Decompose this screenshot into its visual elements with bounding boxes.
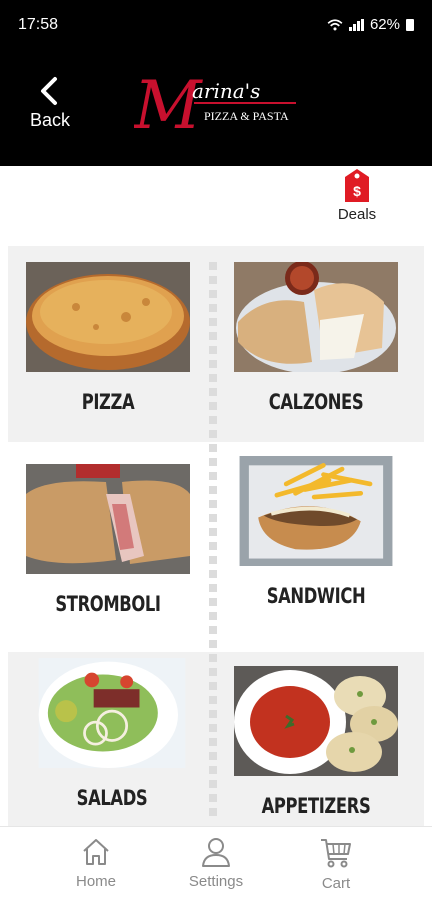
dotted-divider — [209, 262, 217, 822]
cart-icon — [321, 839, 351, 868]
category-label: STROMBOLI — [55, 592, 161, 616]
category-card-stromboli[interactable]: STROMBOLI — [26, 464, 190, 644]
status-icons: 62% — [327, 16, 414, 33]
category-card-appetizers[interactable]: APPETIZERS — [234, 666, 398, 826]
calzone-photo — [234, 262, 398, 372]
status-bar: 17:58 62% — [0, 0, 432, 52]
app-header: Back M arina's PIZZA & PASTA — [0, 52, 432, 166]
svg-text:PIZZA & PASTA: PIZZA & PASTA — [204, 109, 289, 123]
chevron-left-icon — [41, 77, 57, 105]
back-label: Back — [29, 110, 71, 130]
home-icon — [83, 839, 109, 865]
battery-icon — [406, 18, 414, 31]
wifi-icon — [327, 18, 343, 30]
category-card-salads[interactable]: SALADS — [30, 658, 194, 826]
svg-text:$: $ — [353, 183, 361, 199]
battery-percent: 62% — [369, 16, 400, 33]
deals-label: Deals — [337, 206, 377, 223]
deals-button[interactable]: $ Deals — [330, 168, 384, 238]
tab-cart[interactable]: Cart — [281, 837, 391, 892]
category-card-pizza[interactable]: PIZZA — [26, 262, 190, 442]
sandwich-photo — [239, 456, 393, 566]
tab-label: Settings — [188, 873, 244, 890]
status-time: 17:58 — [18, 16, 59, 33]
back-button[interactable]: Back — [22, 74, 78, 144]
category-card-calzones[interactable]: CALZONES — [234, 262, 398, 442]
category-label: CALZONES — [268, 390, 364, 414]
category-label: PIZZA — [81, 390, 135, 414]
user-icon — [202, 838, 230, 867]
tab-home[interactable]: Home — [41, 837, 151, 890]
stromboli-photo — [26, 464, 190, 574]
category-label: SANDWICH — [266, 584, 366, 608]
signal-icon — [348, 18, 364, 31]
category-label: APPETIZERS — [261, 794, 371, 818]
bottom-tab-bar: Home Settings Cart — [0, 826, 432, 900]
category-card-sandwich[interactable]: SANDWICH — [234, 456, 398, 636]
tab-label: Cart — [321, 875, 351, 892]
appetizers-photo — [234, 666, 398, 776]
tab-settings[interactable]: Settings — [161, 837, 271, 890]
price-tag-icon: $ — [345, 169, 369, 202]
svg-text:arina's: arina's — [192, 79, 260, 103]
restaurant-logo: M arina's PIZZA & PASTA — [133, 67, 304, 144]
tab-label: Home — [75, 873, 116, 890]
salad-photo — [38, 658, 186, 768]
pizza-photo — [26, 262, 190, 372]
category-label: SALADS — [76, 786, 148, 810]
